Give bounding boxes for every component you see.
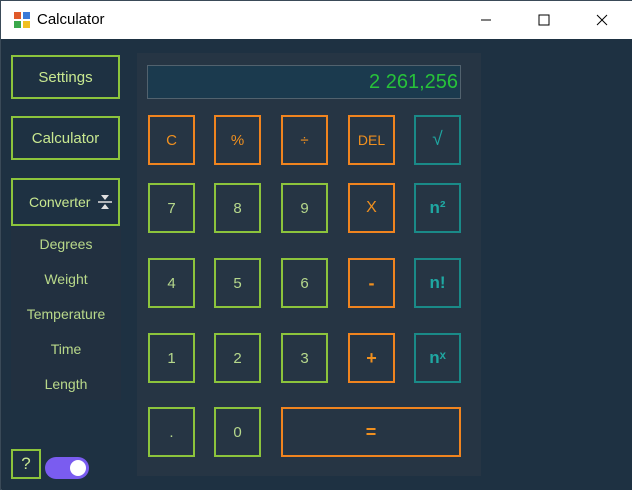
- digit-0-button[interactable]: 0: [214, 407, 261, 457]
- digit-6-button[interactable]: 6: [281, 258, 328, 308]
- submenu-item-degrees[interactable]: Degrees: [11, 236, 121, 252]
- title-bar[interactable]: Calculator: [1, 1, 632, 39]
- decimal-point-button[interactable]: .: [148, 407, 195, 457]
- multiply-button[interactable]: X: [348, 183, 395, 233]
- help-button[interactable]: ?: [11, 449, 41, 479]
- close-button[interactable]: [579, 1, 625, 39]
- result-display: 2 261,256: [147, 65, 461, 99]
- factorial-button[interactable]: n!: [414, 258, 461, 308]
- window-title: Calculator: [37, 11, 105, 28]
- equals-button[interactable]: =: [281, 407, 461, 457]
- percent-button[interactable]: %: [214, 115, 261, 165]
- clear-button[interactable]: C: [148, 115, 195, 165]
- maximize-icon: [538, 14, 550, 26]
- divide-button[interactable]: ÷: [281, 115, 328, 165]
- maximize-button[interactable]: [521, 1, 567, 39]
- close-icon: [596, 14, 608, 26]
- digit-4-button[interactable]: 4: [148, 258, 195, 308]
- delete-button[interactable]: DEL: [348, 115, 395, 165]
- digit-1-button[interactable]: 1: [148, 333, 195, 383]
- digit-3-button[interactable]: 3: [281, 333, 328, 383]
- calculator-label: Calculator: [31, 129, 100, 147]
- digit-5-button[interactable]: 5: [214, 258, 261, 308]
- submenu-item-length[interactable]: Length: [11, 376, 121, 392]
- submenu-item-weight[interactable]: Weight: [11, 271, 121, 287]
- minimize-button[interactable]: [463, 1, 509, 39]
- calculator-button[interactable]: Calculator: [11, 116, 120, 160]
- minimize-icon: [481, 19, 491, 21]
- theme-toggle[interactable]: [45, 457, 89, 479]
- converter-label: Converter: [29, 194, 91, 210]
- power-button[interactable]: nˣ: [414, 333, 461, 383]
- plus-button[interactable]: +: [348, 333, 395, 383]
- settings-button[interactable]: Settings: [11, 55, 120, 99]
- digit-9-button[interactable]: 9: [281, 183, 328, 233]
- app-window: Calculator Settings Calculator Converter…: [0, 0, 632, 490]
- app-icon: [14, 12, 30, 28]
- toggle-knob: [70, 460, 86, 476]
- minus-button[interactable]: -: [348, 258, 395, 308]
- converter-submenu: Degrees Weight Temperature Time Length: [11, 228, 121, 400]
- collapse-icon: [98, 195, 113, 209]
- settings-label: Settings: [38, 68, 93, 86]
- digit-7-button[interactable]: 7: [148, 183, 195, 233]
- submenu-item-temperature[interactable]: Temperature: [11, 306, 121, 322]
- digit-8-button[interactable]: 8: [214, 183, 261, 233]
- digit-2-button[interactable]: 2: [214, 333, 261, 383]
- converter-button[interactable]: Converter: [11, 178, 120, 226]
- submenu-item-time[interactable]: Time: [11, 341, 121, 357]
- square-button[interactable]: n²: [414, 183, 461, 233]
- sqrt-button[interactable]: √: [414, 115, 461, 165]
